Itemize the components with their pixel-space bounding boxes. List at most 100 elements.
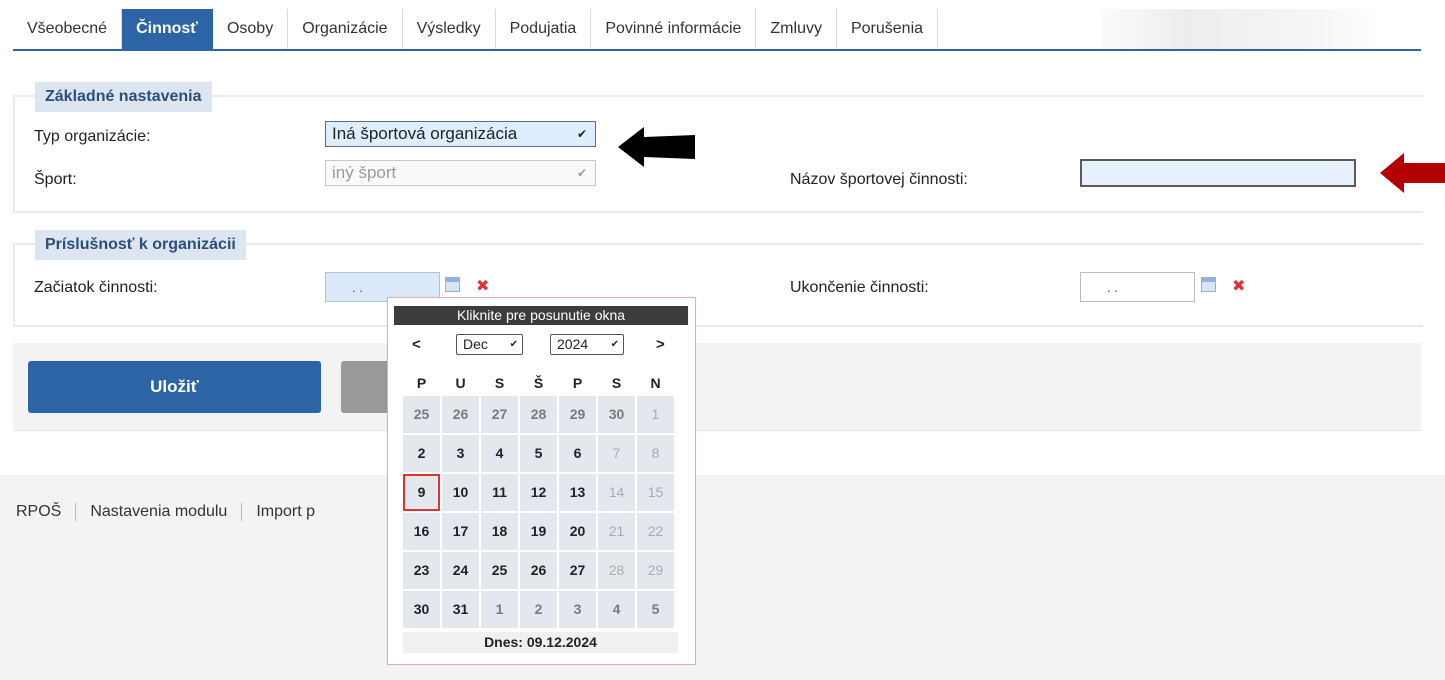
tab-vseobecne[interactable]: Všeobecné: [13, 9, 123, 49]
calendar-day-today[interactable]: 9: [403, 474, 440, 511]
calendar-day[interactable]: 16: [403, 513, 440, 550]
page: Všeobecné Činnosť Osoby Organizácie Výsl…: [0, 0, 1445, 680]
save-button[interactable]: Uložiť: [28, 361, 321, 413]
footer-link-rpos[interactable]: RPOŠ: [16, 503, 75, 521]
calendar-day[interactable]: 23: [403, 552, 440, 589]
tab-cinnost[interactable]: Činnosť: [122, 9, 213, 49]
calendar-day[interactable]: 1: [481, 591, 518, 628]
calendar-day[interactable]: 28: [520, 396, 557, 433]
org-type-label: Typ organizácie:: [34, 128, 151, 145]
weekday-label: S: [611, 375, 622, 391]
start-date-label: Začiatok činnosti:: [34, 279, 158, 296]
calendar-icon[interactable]: [445, 277, 460, 292]
basic-settings-section: Základné nastavenia: [13, 82, 1423, 213]
weekday-label: S: [494, 375, 505, 391]
calendar-day[interactable]: 24: [442, 552, 479, 589]
calendar-day[interactable]: 13: [559, 474, 596, 511]
year-select[interactable]: 2024 ✔: [550, 334, 624, 355]
prev-month-button[interactable]: <: [412, 336, 421, 353]
tab-organizacie[interactable]: Organizácie: [288, 9, 403, 49]
clear-icon[interactable]: ✖: [476, 276, 489, 296]
org-type-select[interactable]: Iná športová organizácia ✔: [325, 121, 596, 147]
calendar-day[interactable]: 26: [520, 552, 557, 589]
calendar-day[interactable]: 10: [442, 474, 479, 511]
org-type-value: Iná športová organizácia: [332, 124, 518, 143]
tab-porusenia[interactable]: Porušenia: [836, 9, 939, 49]
calendar-popup: Kliknite pre posunutie okna < Dec ✔ 2024…: [387, 297, 696, 665]
footer-links: RPOŠ Nastavenia modulu Import p: [16, 503, 329, 521]
footer-link-module-settings[interactable]: Nastavenia modulu: [75, 503, 241, 521]
calendar-day[interactable]: 31: [442, 591, 479, 628]
calendar-day[interactable]: 15: [637, 474, 674, 511]
calendar-day[interactable]: 4: [481, 435, 518, 472]
today-label[interactable]: Dnes: 09.12.2024: [403, 632, 678, 653]
tab-povinne-informacie[interactable]: Povinné informácie: [591, 9, 757, 49]
calendar-day[interactable]: 30: [598, 396, 635, 433]
blurred-tab-area: [1101, 9, 1381, 49]
tab-list: Všeobecné Činnosť Osoby Organizácie Výsl…: [13, 9, 939, 49]
calendar-day[interactable]: 18: [481, 513, 518, 550]
calendar-day[interactable]: 27: [559, 552, 596, 589]
calendar-day[interactable]: 21: [598, 513, 635, 550]
calendar-day[interactable]: 19: [520, 513, 557, 550]
sport-label: Šport:: [34, 171, 77, 188]
calendar-icon[interactable]: [1201, 277, 1216, 292]
weekday-label: N: [650, 375, 661, 391]
calendar-day[interactable]: 3: [442, 435, 479, 472]
end-date-label: Ukončenie činnosti:: [790, 279, 929, 296]
calendar-day[interactable]: 1: [637, 396, 674, 433]
basic-settings-legend: Základné nastavenia: [35, 82, 212, 112]
sport-select: iný šport ✔: [325, 160, 596, 186]
clear-icon[interactable]: ✖: [1232, 276, 1245, 296]
arrow-left-icon: [618, 127, 695, 167]
action-bar: Uložiť: [13, 343, 1421, 431]
calendar-day[interactable]: 25: [403, 396, 440, 433]
weekday-label: P: [416, 375, 427, 391]
calendar-day[interactable]: 27: [481, 396, 518, 433]
calendar-day[interactable]: 30: [403, 591, 440, 628]
calendar-day[interactable]: 6: [559, 435, 596, 472]
calendar-day[interactable]: 22: [637, 513, 674, 550]
calendar-drag-header[interactable]: Kliknite pre posunutie okna: [394, 306, 688, 325]
chevron-down-icon: ✔: [509, 339, 518, 350]
calendar-day[interactable]: 14: [598, 474, 635, 511]
calendar-day[interactable]: 17: [442, 513, 479, 550]
calendar-day[interactable]: 29: [637, 552, 674, 589]
tab-zmluvy[interactable]: Zmluvy: [756, 9, 837, 49]
tab-podujatia[interactable]: Podujatia: [495, 9, 592, 49]
calendar-day[interactable]: 29: [559, 396, 596, 433]
calendar-day[interactable]: 5: [637, 591, 674, 628]
calendar-day[interactable]: 11: [481, 474, 518, 511]
calendar-day[interactable]: 4: [598, 591, 635, 628]
year-value: 2024: [557, 336, 589, 352]
tab-bar: Všeobecné Činnosť Osoby Organizácie Výsl…: [13, 9, 1421, 51]
calendar-day[interactable]: 5: [520, 435, 557, 472]
calendar-day[interactable]: 2: [520, 591, 557, 628]
calendar-day[interactable]: 3: [559, 591, 596, 628]
calendar-day[interactable]: 8: [637, 435, 674, 472]
sport-value: iný šport: [332, 163, 397, 182]
calendar-day[interactable]: 28: [598, 552, 635, 589]
end-date-input[interactable]: . .: [1080, 272, 1195, 302]
tab-osoby[interactable]: Osoby: [212, 9, 289, 49]
chevron-down-icon: ✔: [576, 166, 587, 180]
calendar-day[interactable]: 2: [403, 435, 440, 472]
footer-link-import[interactable]: Import p: [241, 503, 329, 521]
activity-name-label: Názov športovej činnosti:: [790, 171, 968, 188]
weekday-label: U: [455, 375, 466, 391]
tab-vysledky[interactable]: Výsledky: [402, 9, 496, 49]
weekday-label: Š: [533, 375, 544, 391]
calendar-day[interactable]: 25: [481, 552, 518, 589]
chevron-down-icon: ✔: [610, 339, 619, 350]
calendar-grid: 25 26 27 28 29 30 1 2 3 4 5 6 7 8 9 10 1…: [403, 396, 674, 628]
weekday-label: P: [572, 375, 583, 391]
membership-legend: Príslušnosť k organizácii: [35, 230, 246, 260]
next-month-button[interactable]: >: [656, 336, 665, 353]
calendar-day[interactable]: 7: [598, 435, 635, 472]
activity-name-input[interactable]: [1080, 159, 1356, 187]
arrow-left-icon: [1380, 153, 1445, 193]
calendar-day[interactable]: 20: [559, 513, 596, 550]
calendar-day[interactable]: 26: [442, 396, 479, 433]
calendar-day[interactable]: 12: [520, 474, 557, 511]
month-select[interactable]: Dec ✔: [456, 334, 523, 355]
